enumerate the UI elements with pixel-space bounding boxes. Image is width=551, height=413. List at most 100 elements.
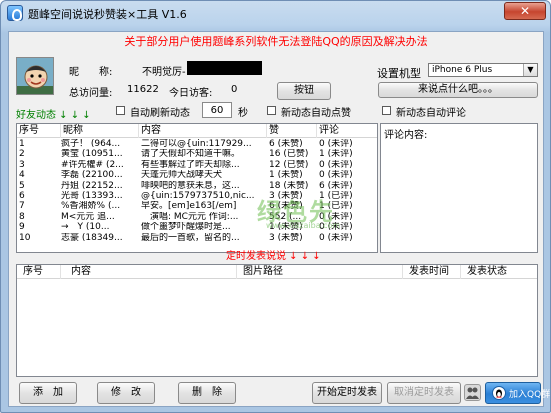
add-button[interactable]: 添 加: [19, 382, 77, 404]
team-icon: [464, 384, 481, 401]
auto-comment-checkbox[interactable]: [382, 106, 391, 115]
schedule-col-status[interactable]: 发表状态: [461, 265, 537, 279]
title-bar: 题峰空间说说秒赞装×工具 V1.6 ✕: [1, 1, 550, 25]
col-header-content[interactable]: 内容: [139, 124, 267, 138]
redacted-block: [187, 61, 262, 75]
table-cell: 18 (未赞): [269, 180, 309, 191]
schedule-table-header: 序号 内容 图片路径 发表时间 发表状态: [17, 265, 537, 279]
col-header-comments[interactable]: 评论: [317, 124, 377, 138]
table-cell: 3 (未赞): [269, 232, 303, 243]
auto-refresh-checkbox[interactable]: [116, 106, 125, 115]
table-cell: 黄莹 (10951...: [61, 149, 123, 160]
table-cell: 丹姐 (22152...: [61, 180, 123, 191]
schedule-col-time[interactable]: 发表时间: [403, 265, 461, 279]
table-cell: 6 (未评): [319, 180, 353, 191]
close-button[interactable]: ✕: [504, 2, 546, 20]
table-cell: 0 (未评): [319, 170, 353, 181]
table-cell: → Y (10...: [61, 222, 110, 233]
col-header-nickname[interactable]: 昵称: [61, 124, 139, 138]
table-cell: 光哥 (13393...: [61, 191, 123, 201]
total-visits-value: 11622: [127, 84, 159, 95]
table-cell: 1: [19, 139, 25, 149]
table-cell: M<元元 追...: [61, 211, 115, 222]
table-row[interactable]: 5 丹姐 (22152... 啡映吧的意获未息，这... 18 (未赞) 6 (未评): [17, 180, 377, 191]
nickname-label: 昵 称:: [69, 67, 113, 78]
table-cell: 1 (未评): [319, 149, 353, 160]
table-cell: 10: [19, 232, 31, 243]
table-cell: 6 (未赞): [269, 139, 303, 149]
today-visits-value: 0: [231, 84, 238, 95]
app-icon: [7, 5, 23, 21]
schedule-col-image-path[interactable]: 图片路径: [237, 265, 403, 279]
friend-feed-label: 好友动态 ↓ ↓ ↓: [16, 110, 91, 121]
join-qq-group-button[interactable]: 加入QQ群: [485, 382, 550, 404]
table-row[interactable]: 3 #许先權# (2... 有些事解过了昨天却除... 12 (已赞) 0 (未评): [17, 159, 377, 170]
delete-button[interactable]: 删 除: [178, 382, 236, 404]
table-cell: 最后的一首歌，留名的...: [141, 232, 240, 243]
table-cell: %香湘娇% (...: [61, 201, 121, 212]
auto-refresh-label: 自动刷新动态: [130, 108, 190, 119]
auto-like-label: 新动态自动点赞: [281, 108, 351, 119]
interval-unit-label: 秒: [238, 108, 248, 119]
table-cell: 李磊 (22100...: [61, 170, 123, 181]
table-cell: 0 (未评): [319, 159, 353, 170]
schedule-col-index[interactable]: 序号: [17, 265, 61, 279]
join-qq-label: 加入QQ群: [509, 390, 551, 400]
table-cell: 演唱: MC元元 作词:...: [141, 211, 239, 222]
table-cell: @{uin:1579737510,nic...: [141, 191, 255, 201]
table-row[interactable]: 1 疯子！ (964... 二得可以@{uin:117929... 6 (未赞) 0 (…: [17, 139, 377, 149]
table-row[interactable]: 4 李磊 (22100... 天蓬元帅大战哮天犬 1 (未赞) 0 (未评): [17, 170, 377, 181]
table-cell: 16 (已赞): [269, 149, 309, 160]
total-visits-label: 总访问量:: [69, 88, 113, 99]
cancel-schedule-button[interactable]: 取消定时发表: [387, 382, 461, 404]
praise-me-button[interactable]: 来说点什么吧。。。: [378, 82, 538, 98]
action-button[interactable]: 按钮: [277, 82, 331, 100]
schedule-title: 定时发表说说 ↓ ↓ ↓: [226, 251, 321, 262]
schedule-col-content[interactable]: 内容: [61, 265, 237, 279]
start-schedule-button[interactable]: 开始定时发表: [312, 382, 382, 404]
table-cell: 3: [19, 159, 25, 170]
table-cell: 疯子！ (964...: [61, 139, 121, 149]
table-cell: 有些事解过了昨天却除...: [141, 159, 240, 170]
schedule-table[interactable]: 序号 内容 图片路径 发表时间 发表状态: [16, 264, 538, 377]
table-cell: 6: [19, 191, 25, 201]
table-cell: #许先權# (2...: [61, 159, 124, 170]
today-visits-label: 今日访客:: [169, 88, 213, 99]
device-label: 设置机型: [377, 67, 421, 80]
feed-table[interactable]: 序号 昵称 内容 赞 评论 1 疯子！ (964... 二得可以@{uin:1179…: [16, 123, 378, 253]
qq-penguin-icon: [492, 386, 506, 400]
feed-table-header: 序号 昵称 内容 赞 评论: [17, 124, 377, 138]
client-area: 关于部分用户使用题峰系列软件无法登陆QQ的原因及解决办法 昵 称: 不明觉厉- …: [8, 31, 550, 407]
table-cell: 请了天假却不知道干嘛。: [141, 149, 241, 160]
window-title: 题峰空间说说秒赞装×工具 V1.6: [28, 8, 187, 21]
table-row[interactable]: 2 黄莹 (10951... 请了天假却不知道干嘛。 16 (已赞) 1 (未评): [17, 149, 377, 160]
table-cell: 7: [19, 201, 25, 212]
notice-link[interactable]: 关于部分用户使用题峰系列软件无法登陆QQ的原因及解决办法: [9, 32, 543, 52]
comment-content-area[interactable]: 评论内容:: [380, 123, 538, 253]
col-header-index[interactable]: 序号: [17, 124, 61, 138]
auto-like-checkbox[interactable]: [267, 106, 276, 115]
edit-button[interactable]: 修 改: [97, 382, 155, 404]
watermark-url: www.xiazaiba.com: [266, 221, 341, 230]
table-cell: 1 (未赞): [269, 170, 303, 181]
table-cell: 0 (未评): [319, 139, 353, 149]
table-cell: 志豪 (18349...: [61, 232, 123, 243]
table-cell: 早安。[em]e163[/em]: [141, 201, 237, 212]
app-window: 题峰空间说说秒赞装×工具 V1.6 ✕ 关于部分用户使用题峰系列软件无法登陆QQ…: [0, 0, 551, 413]
table-row[interactable]: 10 志豪 (18349... 最后的一首歌，留名的... 3 (未赞) 0 (未评): [17, 232, 377, 243]
table-cell: 二得可以@{uin:117929...: [141, 139, 252, 149]
device-selected: iPhone 6 Plus: [432, 65, 493, 75]
table-cell: 0 (未评): [319, 232, 353, 243]
table-cell: 天蓬元帅大战哮天犬: [141, 170, 223, 181]
table-cell: 9: [19, 222, 25, 233]
refresh-interval-input[interactable]: 60: [202, 102, 232, 118]
avatar: [16, 57, 54, 95]
table-cell: 做个噩梦吓醒爆时是...: [141, 222, 231, 233]
chevron-down-icon[interactable]: ▼: [523, 64, 537, 76]
avatar-cartoon-icon: [17, 58, 53, 94]
device-select[interactable]: iPhone 6 Plus ▼: [428, 63, 538, 77]
col-header-likes[interactable]: 赞: [267, 124, 317, 138]
table-cell: 啡映吧的意获未息，这...: [141, 180, 240, 191]
table-cell: 12 (已赞): [269, 159, 309, 170]
table-cell: 8: [19, 211, 25, 222]
